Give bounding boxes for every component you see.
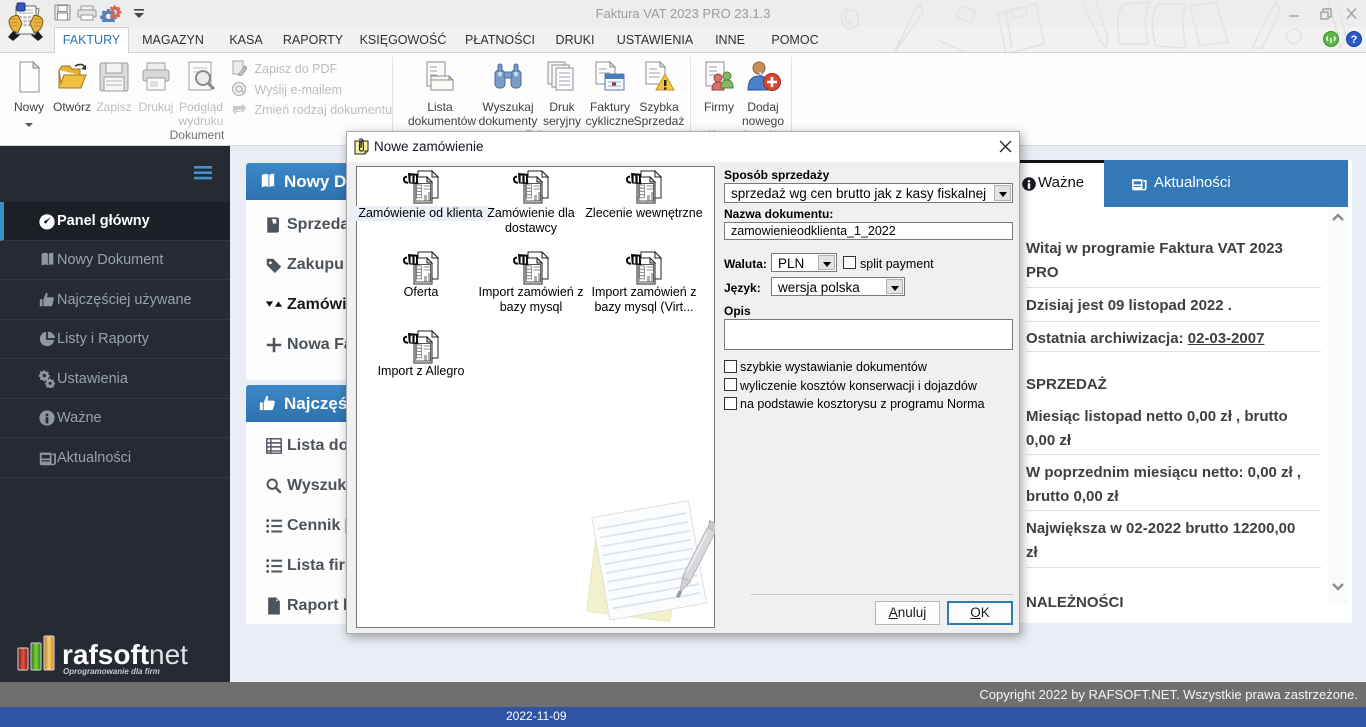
svg-text:?: ? bbox=[1351, 34, 1358, 46]
svg-text:net: net bbox=[149, 639, 188, 670]
svg-text:rafsoft: rafsoft bbox=[62, 639, 149, 670]
svg-text:Oprogramowanie dla firm: Oprogramowanie dla firm bbox=[63, 667, 160, 676]
